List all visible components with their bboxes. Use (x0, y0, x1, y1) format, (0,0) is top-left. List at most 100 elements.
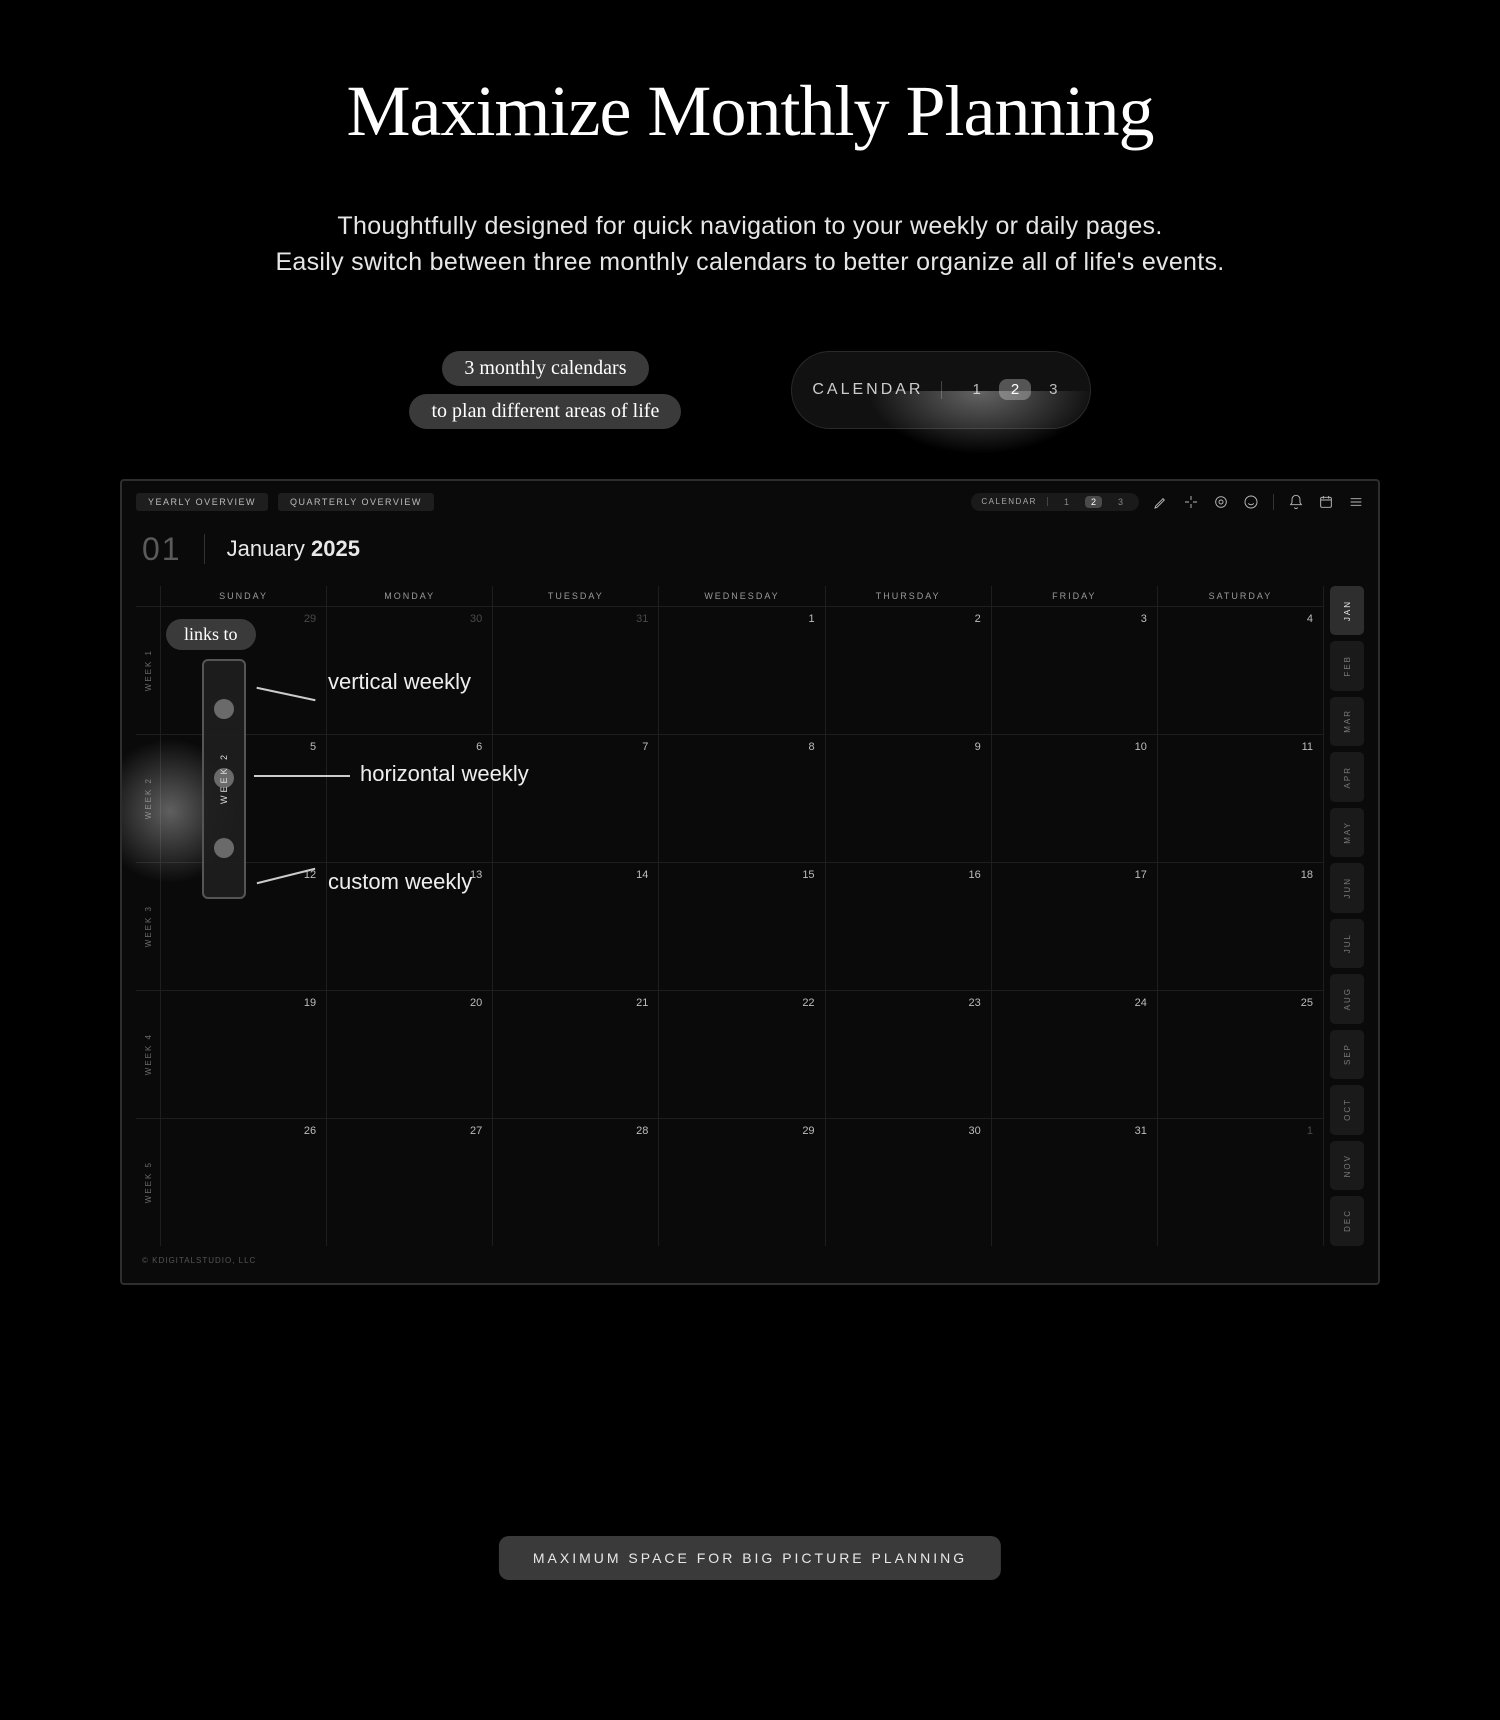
day-cell[interactable]: 3 (992, 606, 1158, 734)
month-tab-may[interactable]: MAY (1330, 808, 1364, 858)
mini-cal-3[interactable]: 3 (1112, 496, 1129, 508)
mini-cal-1[interactable]: 1 (1058, 496, 1075, 508)
pencil-icon[interactable] (1153, 494, 1169, 510)
month-tab-jul[interactable]: JUL (1330, 919, 1364, 969)
week-link[interactable]: WEEK 5 (136, 1118, 160, 1246)
day-cell[interactable]: 19 (161, 990, 327, 1118)
week-link[interactable]: WEEK 2 (136, 734, 160, 862)
day-cell[interactable]: 30 (826, 1118, 992, 1246)
calendar-option-1[interactable]: 1 (960, 379, 992, 400)
calendar-icon[interactable] (1318, 494, 1334, 510)
month-tab-label: JUL (1343, 933, 1352, 953)
day-cell[interactable]: 8 (659, 734, 825, 862)
day-cell[interactable]: 23 (826, 990, 992, 1118)
week-links-popup: WEEK 2 (202, 659, 246, 899)
week-link[interactable]: WEEK 1 (136, 606, 160, 734)
calendar-option-2[interactable]: 2 (999, 379, 1031, 400)
day-number: 19 (304, 997, 316, 1009)
day-cell[interactable]: 6 (327, 734, 493, 862)
day-cell[interactable]: 28 (493, 1118, 659, 1246)
day-number: 26 (304, 1125, 316, 1137)
vertical-weekly-dot[interactable] (214, 699, 234, 719)
day-cell[interactable]: 24 (992, 990, 1158, 1118)
yearly-overview-button[interactable]: YEARLY OVERVIEW (136, 493, 268, 511)
month-tab-feb[interactable]: FEB (1330, 641, 1364, 691)
month-name: January 2025 (227, 536, 360, 562)
month-tab-label: MAY (1343, 821, 1352, 844)
month-tab-jan[interactable]: JAN (1330, 586, 1364, 636)
month-tab-nov[interactable]: NOV (1330, 1141, 1364, 1191)
day-number: 1 (808, 613, 814, 625)
menu-icon[interactable] (1348, 494, 1364, 510)
day-cell[interactable]: 21 (493, 990, 659, 1118)
day-cell[interactable]: 4 (1158, 606, 1324, 734)
day-number: 1 (1307, 1125, 1313, 1137)
day-number: 5 (310, 741, 316, 753)
custom-weekly-dot[interactable] (214, 838, 234, 858)
day-number: 6 (476, 741, 482, 753)
day-cell[interactable]: 1 (659, 606, 825, 734)
hero-sub-line-1: Thoughtfully designed for quick navigati… (0, 208, 1500, 244)
day-cell[interactable]: 11 (1158, 734, 1324, 862)
month-tab-label: JUN (1343, 877, 1352, 899)
month-tab-label: FEB (1343, 655, 1352, 677)
month-tab-dec[interactable]: DEC (1330, 1196, 1364, 1246)
calendar-switch-mini: CALENDAR 1 2 3 (971, 493, 1139, 511)
day-cell[interactable]: 10 (992, 734, 1158, 862)
month-tab-label: MAR (1343, 709, 1352, 733)
bottom-caption: MAXIMUM SPACE FOR BIG PICTURE PLANNING (499, 1536, 1001, 1580)
day-number: 27 (470, 1125, 482, 1137)
day-cell[interactable]: 29 (659, 1118, 825, 1246)
day-cell[interactable]: 7 (493, 734, 659, 862)
month-label: January (227, 536, 305, 561)
month-tab-aug[interactable]: AUG (1330, 974, 1364, 1024)
bell-icon[interactable] (1288, 494, 1304, 510)
dow-header: WEDNESDAY (659, 586, 825, 606)
anno-three-calendars-2: to plan different areas of life (409, 394, 681, 429)
month-tab-apr[interactable]: APR (1330, 752, 1364, 802)
day-number: 2 (975, 613, 981, 625)
callout-custom-weekly-label: custom weekly (328, 869, 472, 894)
month-tab-oct[interactable]: OCT (1330, 1085, 1364, 1135)
day-cell[interactable]: 25 (1158, 990, 1324, 1118)
dow-header: SATURDAY (1158, 586, 1324, 606)
toolbar-divider (1273, 494, 1274, 510)
day-cell[interactable]: 26 (161, 1118, 327, 1246)
day-number: 31 (636, 613, 648, 625)
day-cell[interactable]: 1 (1158, 1118, 1324, 1246)
week-link[interactable]: WEEK 3 (136, 862, 160, 990)
calendar-option-3[interactable]: 3 (1037, 379, 1069, 400)
day-cell[interactable]: 16 (826, 862, 992, 990)
hero-sub-line-2: Easily switch between three monthly cale… (0, 244, 1500, 280)
day-cell[interactable]: 27 (327, 1118, 493, 1246)
day-cell[interactable]: 15 (659, 862, 825, 990)
mini-cal-2[interactable]: 2 (1085, 496, 1102, 508)
sparkle-icon[interactable] (1183, 494, 1199, 510)
day-cell[interactable]: 14 (493, 862, 659, 990)
day-cell[interactable]: 22 (659, 990, 825, 1118)
day-number: 7 (642, 741, 648, 753)
day-number: 22 (802, 997, 814, 1009)
month-tab-label: DEC (1343, 1209, 1352, 1232)
target-icon[interactable] (1213, 494, 1229, 510)
day-cell[interactable]: 17 (992, 862, 1158, 990)
day-number: 25 (1301, 997, 1313, 1009)
hero-title: Maximize Monthly Planning (0, 70, 1500, 153)
day-cell[interactable]: 31 (493, 606, 659, 734)
day-cell[interactable]: 31 (992, 1118, 1158, 1246)
day-cell[interactable]: 18 (1158, 862, 1324, 990)
day-number: 10 (1135, 741, 1147, 753)
smile-icon[interactable] (1243, 494, 1259, 510)
week-rail: WEEK 1WEEK 2WEEK 3WEEK 4WEEK 5 (136, 586, 160, 1246)
day-cell[interactable]: 20 (327, 990, 493, 1118)
week-link[interactable]: WEEK 4 (136, 990, 160, 1118)
day-cell[interactable]: 9 (826, 734, 992, 862)
month-tab-jun[interactable]: JUN (1330, 863, 1364, 913)
week-popup-label: WEEK 2 (219, 752, 229, 804)
quarterly-overview-button[interactable]: QUARTERLY OVERVIEW (278, 493, 434, 511)
month-tab-label: OCT (1343, 1098, 1352, 1121)
day-cell[interactable]: 2 (826, 606, 992, 734)
day-number: 8 (808, 741, 814, 753)
month-tab-sep[interactable]: SEP (1330, 1030, 1364, 1080)
month-tab-mar[interactable]: MAR (1330, 697, 1364, 747)
